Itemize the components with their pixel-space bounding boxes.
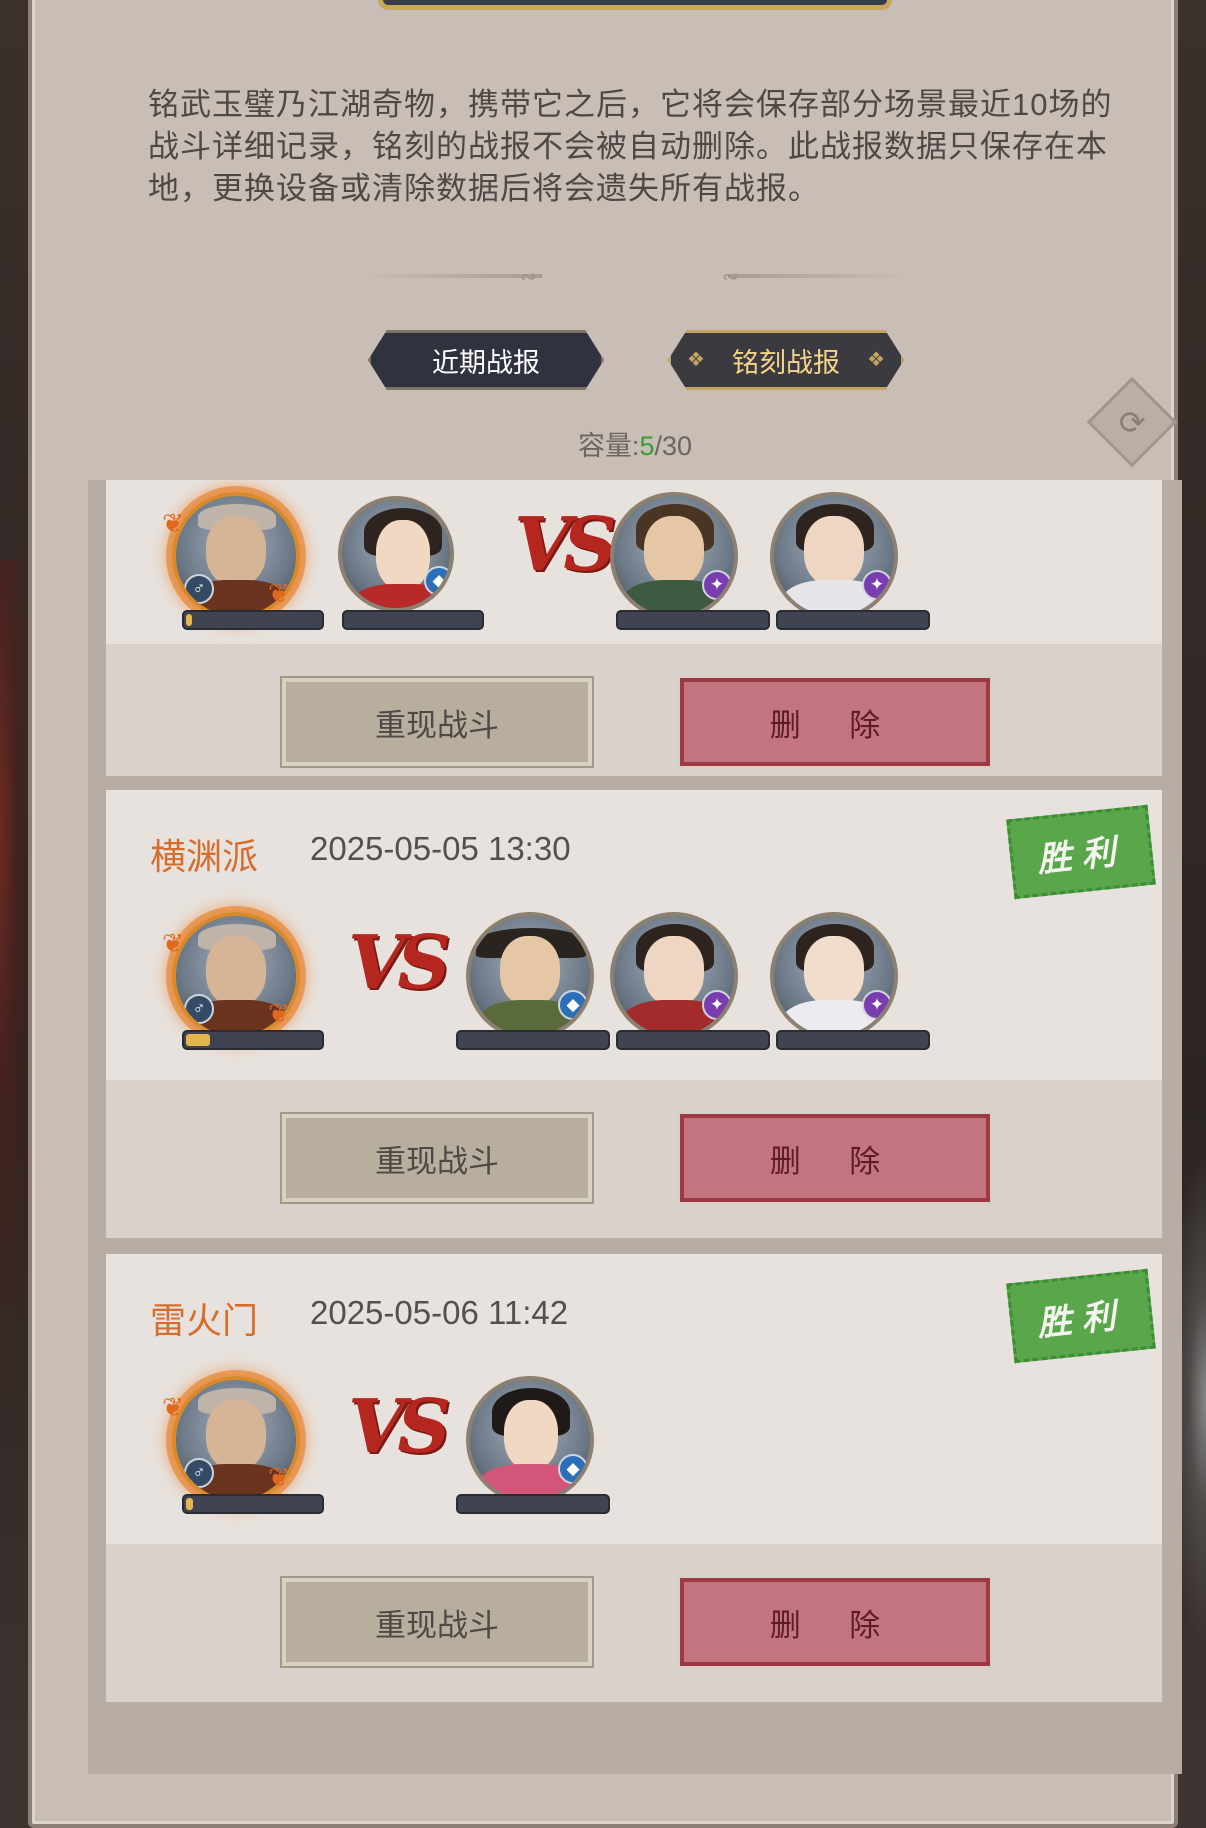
hp-bar bbox=[182, 610, 324, 630]
replay-battle-button[interactable]: 重现战斗 bbox=[280, 1576, 594, 1668]
delete-button[interactable]: 删 除 bbox=[677, 1111, 993, 1205]
clan-name: 雷火门 bbox=[150, 1300, 259, 1341]
vs-icon: VS bbox=[348, 920, 451, 1006]
avatar-enemy[interactable]: ◆ bbox=[466, 912, 594, 1040]
hp-fill bbox=[186, 1034, 210, 1046]
purple-element-icon: ✦ bbox=[702, 990, 732, 1020]
maple-leaf-icon: ❦ bbox=[268, 1462, 290, 1492]
title-frame bbox=[378, 0, 892, 10]
hp-bar bbox=[182, 1030, 324, 1050]
victory-stamp: 胜利 bbox=[1006, 804, 1156, 900]
tab-recent-label: 近期战报 bbox=[432, 347, 540, 378]
maple-leaf-icon: ❦ bbox=[268, 578, 290, 608]
list-item: 雷火门 2025-05-06 11:42 胜利 ♂ ❦ ❦ VS ◆ 重现战斗 … bbox=[106, 1254, 1162, 1702]
battle-report-screen: 铭武玉璧乃江湖奇物，携带它之后，它将会保存部分场景最近10场的战斗详细记录，铭刻… bbox=[0, 0, 1206, 1828]
refresh-icon: ⟳ bbox=[1118, 404, 1146, 440]
divider-right bbox=[728, 274, 908, 278]
tab-carved-reports[interactable]: ❖ 铭刻战报 ❖ bbox=[668, 330, 904, 390]
purple-element-icon: ✦ bbox=[702, 570, 732, 600]
entry-header: 雷火门 2025-05-06 11:42 胜利 ♂ ❦ ❦ VS ◆ bbox=[106, 1254, 1162, 1544]
hp-bar bbox=[342, 610, 484, 630]
report-list[interactable]: ♂ ❦ ❦ ◆ VS ✦ ✦ 重现战斗 删 除 横渊派 2025-05-05 1… bbox=[88, 480, 1182, 1774]
hp-fill bbox=[186, 1498, 193, 1510]
list-item: 横渊派 2025-05-05 13:30 胜利 ♂ ❦ ❦ VS ◆ ✦ ✦ 重… bbox=[106, 790, 1162, 1238]
description-text: 铭武玉璧乃江湖奇物，携带它之后，它将会保存部分场景最近10场的战斗详细记录，铭刻… bbox=[148, 87, 1113, 206]
tab-recent-reports[interactable]: 近期战报 bbox=[368, 330, 604, 390]
report-panel: 铭武玉璧乃江湖奇物，携带它之后，它将会保存部分场景最近10场的战斗详细记录，铭刻… bbox=[28, 0, 1182, 1828]
water-element-icon: ◆ bbox=[424, 566, 450, 596]
hp-fill bbox=[186, 614, 192, 626]
avatar-enemy[interactable]: ✦ bbox=[610, 912, 738, 1040]
tab-ornament-right-icon: ❖ bbox=[867, 349, 885, 371]
avatar-enemy[interactable]: ✦ bbox=[770, 912, 898, 1040]
hp-bar bbox=[776, 1030, 930, 1050]
list-item: ♂ ❦ ❦ ◆ VS ✦ ✦ 重现战斗 删 除 bbox=[106, 480, 1162, 776]
avatar-enemy[interactable]: ✦ bbox=[770, 492, 898, 620]
vs-icon: VS bbox=[514, 502, 617, 588]
hp-bar bbox=[776, 610, 930, 630]
battle-time: 2025-05-06 11:42 bbox=[310, 1294, 569, 1331]
maple-leaf-icon: ❦ bbox=[268, 998, 290, 1028]
male-icon: ♂ bbox=[184, 1458, 214, 1488]
maple-leaf-icon: ❦ bbox=[162, 508, 184, 538]
hp-bar bbox=[182, 1494, 324, 1514]
avatar-enemy[interactable]: ✦ bbox=[610, 492, 738, 620]
divider-left bbox=[362, 274, 542, 278]
maple-leaf-icon: ❦ bbox=[162, 1392, 184, 1422]
vs-icon: VS bbox=[348, 1384, 451, 1470]
hp-bar bbox=[456, 1030, 610, 1050]
delete-button[interactable]: 删 除 bbox=[677, 1575, 993, 1669]
divider-ornament-left: ∾ bbox=[520, 266, 537, 288]
capacity-readout: 容量:5/30 bbox=[32, 424, 1206, 463]
hp-bar bbox=[616, 610, 770, 630]
divider-ornament-right: ∾ bbox=[722, 266, 739, 288]
purple-element-icon: ✦ bbox=[862, 990, 892, 1020]
water-element-icon: ◆ bbox=[558, 1454, 588, 1484]
battle-time: 2025-05-05 13:30 bbox=[310, 830, 571, 867]
clan-name: 横渊派 bbox=[150, 836, 259, 877]
maple-leaf-icon: ❦ bbox=[162, 928, 184, 958]
capacity-current: 5 bbox=[639, 431, 655, 461]
replay-battle-button[interactable]: 重现战斗 bbox=[280, 676, 594, 768]
hp-bar bbox=[456, 1494, 610, 1514]
purple-element-icon: ✦ bbox=[862, 570, 892, 600]
water-element-icon: ◆ bbox=[558, 990, 588, 1020]
entry-header: 横渊派 2025-05-05 13:30 胜利 ♂ ❦ ❦ VS ◆ ✦ ✦ bbox=[106, 790, 1162, 1080]
avatar-ally[interactable]: ◆ bbox=[338, 496, 454, 612]
entry-header: ♂ ❦ ❦ ◆ VS ✦ ✦ bbox=[106, 480, 1162, 644]
avatar-enemy[interactable]: ◆ bbox=[466, 1376, 594, 1504]
male-icon: ♂ bbox=[184, 574, 214, 604]
tab-ornament-left-icon: ❖ bbox=[687, 349, 705, 371]
victory-stamp: 胜利 bbox=[1006, 1268, 1156, 1364]
replay-battle-button[interactable]: 重现战斗 bbox=[280, 1112, 594, 1204]
capacity-max: 30 bbox=[662, 431, 693, 461]
capacity-separator: / bbox=[654, 431, 662, 461]
male-icon: ♂ bbox=[184, 994, 214, 1024]
delete-button[interactable]: 删 除 bbox=[677, 675, 993, 769]
hp-bar bbox=[616, 1030, 770, 1050]
capacity-label: 容量: bbox=[577, 431, 640, 461]
tab-carved-label: 铭刻战报 bbox=[732, 347, 840, 378]
